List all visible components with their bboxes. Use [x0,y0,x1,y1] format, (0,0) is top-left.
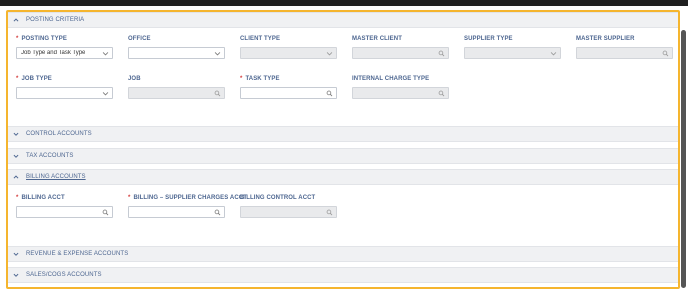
form-panel: POSTING CRITERIA * POSTING TYPE OFFICE CL… [6,10,680,289]
internal-charge-type-lookup[interactable] [352,87,449,99]
section-header-control-accounts[interactable]: CONTROL ACCOUNTS [8,126,678,142]
search-icon [214,209,221,216]
search-icon [438,90,445,97]
chevron-down-icon [550,50,557,57]
section-header-posting-criteria[interactable]: POSTING CRITERIA [8,12,678,28]
window-top-bar [0,0,688,6]
chevron-down-icon [214,50,221,57]
billing-acct-label: * BILLING ACCT [16,195,65,201]
supplier-charges-acct-lookup[interactable] [128,206,225,218]
job-type-select[interactable] [16,87,113,99]
section-header-sales-cogs[interactable]: SALES/COGS ACCOUNTS [8,267,678,283]
supplier-type-select[interactable] [464,47,561,59]
task-type-lookup[interactable] [240,87,337,99]
master-client-lookup[interactable] [352,47,449,59]
office-select[interactable] [128,47,225,59]
search-icon [214,90,221,97]
master-client-label: MASTER CLIENT [352,36,402,42]
supplier-charges-acct-label: * BILLING – SUPPLIER CHARGES ACCT [128,195,247,201]
section-header-billing-accounts[interactable]: BILLING ACCOUNTS [8,169,678,185]
posting-type-label: * POSTING TYPE [16,36,67,42]
job-lookup[interactable] [128,87,225,99]
chevron-down-icon [102,90,109,97]
section-title: REVENUE & EXPENSE ACCOUNTS [26,251,129,257]
section-header-tax-accounts[interactable]: TAX ACCOUNTS [8,148,678,164]
client-type-select[interactable] [240,47,337,59]
supplier-type-label: SUPPLIER TYPE [464,36,513,42]
billing-acct-lookup[interactable] [16,206,113,218]
billing-control-acct-lookup[interactable] [240,206,337,218]
master-supplier-lookup[interactable] [576,47,673,59]
chevron-down-icon [12,130,20,138]
section-title: TAX ACCOUNTS [26,153,74,159]
search-icon [326,209,333,216]
chevron-up-icon [12,16,20,24]
chevron-down-icon [102,50,109,57]
search-icon [662,50,669,57]
master-supplier-label: MASTER SUPPLIER [576,36,635,42]
search-icon [102,209,109,216]
task-type-label: * TASK TYPE [240,76,280,82]
section-title: BILLING ACCOUNTS [26,174,86,180]
chevron-down-icon [12,250,20,258]
section-title: SALES/COGS ACCOUNTS [26,272,102,278]
search-icon [326,90,333,97]
chevron-up-icon [12,173,20,181]
client-type-label: CLIENT TYPE [240,36,281,42]
search-icon [438,50,445,57]
chevron-down-icon [12,152,20,160]
section-title: POSTING CRITERIA [26,17,85,23]
posting-type-select[interactable]: Job Type and Task Type [16,47,113,59]
job-type-label: * JOB TYPE [16,76,52,82]
billing-control-acct-label: BILLING CONTROL ACCT [240,195,316,201]
section-title: CONTROL ACCOUNTS [26,131,92,137]
vertical-scrollbar[interactable] [681,30,686,288]
job-label: JOB [128,76,141,82]
chevron-down-icon [326,50,333,57]
section-header-revenue-expense[interactable]: REVENUE & EXPENSE ACCOUNTS [8,246,678,262]
chevron-down-icon [12,271,20,279]
office-label: OFFICE [128,36,151,42]
internal-charge-type-label: INTERNAL CHARGE TYPE [352,76,430,82]
